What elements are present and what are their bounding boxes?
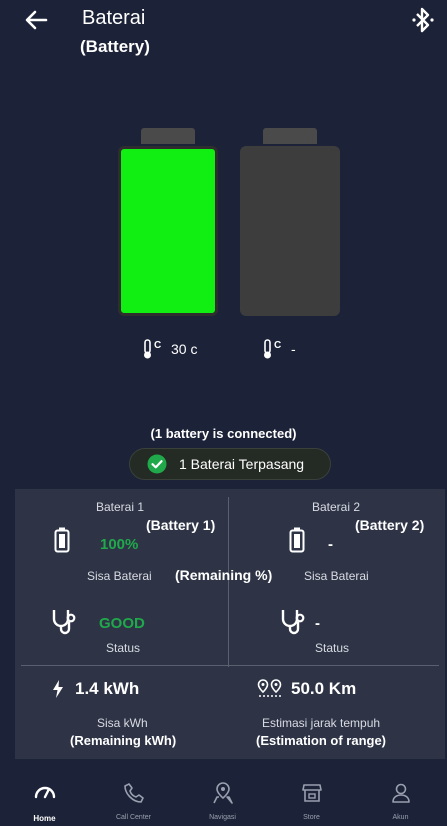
- battery-2-header: Baterai 2: [312, 500, 361, 514]
- battery-1-header: Baterai 1: [96, 500, 145, 514]
- battery-1-percent-label: Sisa Baterai: [87, 569, 152, 583]
- lightning-icon: [53, 680, 63, 698]
- battery-2-health: -: [315, 615, 320, 632]
- phone-icon: [123, 783, 144, 803]
- remaining-kwh-label: Sisa kWh: [97, 716, 148, 730]
- nav-akun[interactable]: Akun: [356, 770, 445, 826]
- user-icon: [391, 783, 410, 803]
- battery-1-health: GOOD: [99, 615, 145, 632]
- stethoscope-icon: [52, 610, 76, 635]
- stethoscope-icon: [281, 610, 305, 635]
- nav-home[interactable]: Home: [0, 770, 89, 826]
- temperature-value: -: [291, 341, 296, 357]
- connection-status-text: 1 Baterai Terpasang: [179, 456, 305, 472]
- map-pin-icon: [212, 782, 233, 804]
- route-pins-icon: [257, 679, 282, 697]
- battery-empty: [240, 146, 340, 316]
- battery-fill: [118, 146, 218, 316]
- battery-2-temperature: C -: [261, 338, 296, 360]
- bottom-navigation: Home Call Center Navigasi Store Akun: [0, 770, 447, 826]
- battery-1-header-en: (Battery 1): [146, 517, 216, 533]
- battery-1-graphic: [118, 128, 218, 318]
- horizontal-divider: [21, 665, 439, 666]
- remaining-percent-label-en: (Remaining %): [175, 567, 273, 583]
- battery-2-graphic: [240, 128, 340, 318]
- battery-2-percent-label: Sisa Baterai: [304, 569, 369, 583]
- nav-label: Store: [303, 814, 320, 821]
- thermometer-icon: C: [144, 339, 161, 359]
- svg-text:C: C: [274, 340, 281, 351]
- nav-label: Home: [33, 814, 56, 823]
- range-value: 50.0 Km: [291, 679, 357, 698]
- range-label: Estimasi jarak tempuh: [262, 716, 381, 730]
- battery-info-panel: Baterai 1 (Battery 1) 100% Sisa Baterai …: [15, 489, 445, 759]
- bluetooth-icon: [412, 7, 434, 33]
- remaining-kwh-value: 1.4 kWh: [75, 679, 140, 698]
- battery-cap: [263, 128, 317, 144]
- battery-2-header-en: (Battery 2): [355, 517, 425, 533]
- nav-store[interactable]: Store: [267, 770, 356, 826]
- speedometer-icon: [34, 786, 55, 799]
- battery-2-percent: -: [328, 536, 333, 553]
- nav-call-center[interactable]: Call Center: [89, 770, 178, 826]
- battery-cap: [141, 128, 195, 144]
- nav-label: Call Center: [115, 814, 151, 821]
- back-button[interactable]: [22, 6, 52, 34]
- store-icon: [301, 784, 322, 802]
- battery-icon: [54, 527, 70, 553]
- connection-note: (1 battery is connected): [150, 426, 297, 441]
- page-title: Baterai: [82, 7, 146, 29]
- battery-icon: [289, 527, 305, 553]
- range-label-en: (Estimation of range): [256, 733, 387, 748]
- nav-navigasi[interactable]: Navigasi: [178, 770, 267, 826]
- page-subtitle: (Battery): [80, 37, 150, 56]
- remaining-kwh-label-en: (Remaining kWh): [70, 733, 177, 748]
- battery-2-status-label: Status: [315, 641, 350, 655]
- connection-status-badge: 1 Baterai Terpasang: [129, 448, 331, 480]
- nav-label: Akun: [392, 814, 409, 821]
- temperature-value: 30 c: [171, 341, 198, 357]
- arrow-left-icon: [25, 10, 48, 30]
- battery-1-percent: 100%: [100, 536, 139, 553]
- battery-1-temperature: C 30 c: [141, 338, 197, 360]
- check-circle-icon: [147, 454, 167, 474]
- bluetooth-button[interactable]: [411, 6, 435, 34]
- svg-text:C: C: [154, 340, 161, 351]
- nav-label: Navigasi: [209, 814, 236, 821]
- app-header: Baterai (Battery): [0, 0, 447, 70]
- battery-1-status-label: Status: [106, 641, 141, 655]
- thermometer-icon: C: [264, 339, 281, 359]
